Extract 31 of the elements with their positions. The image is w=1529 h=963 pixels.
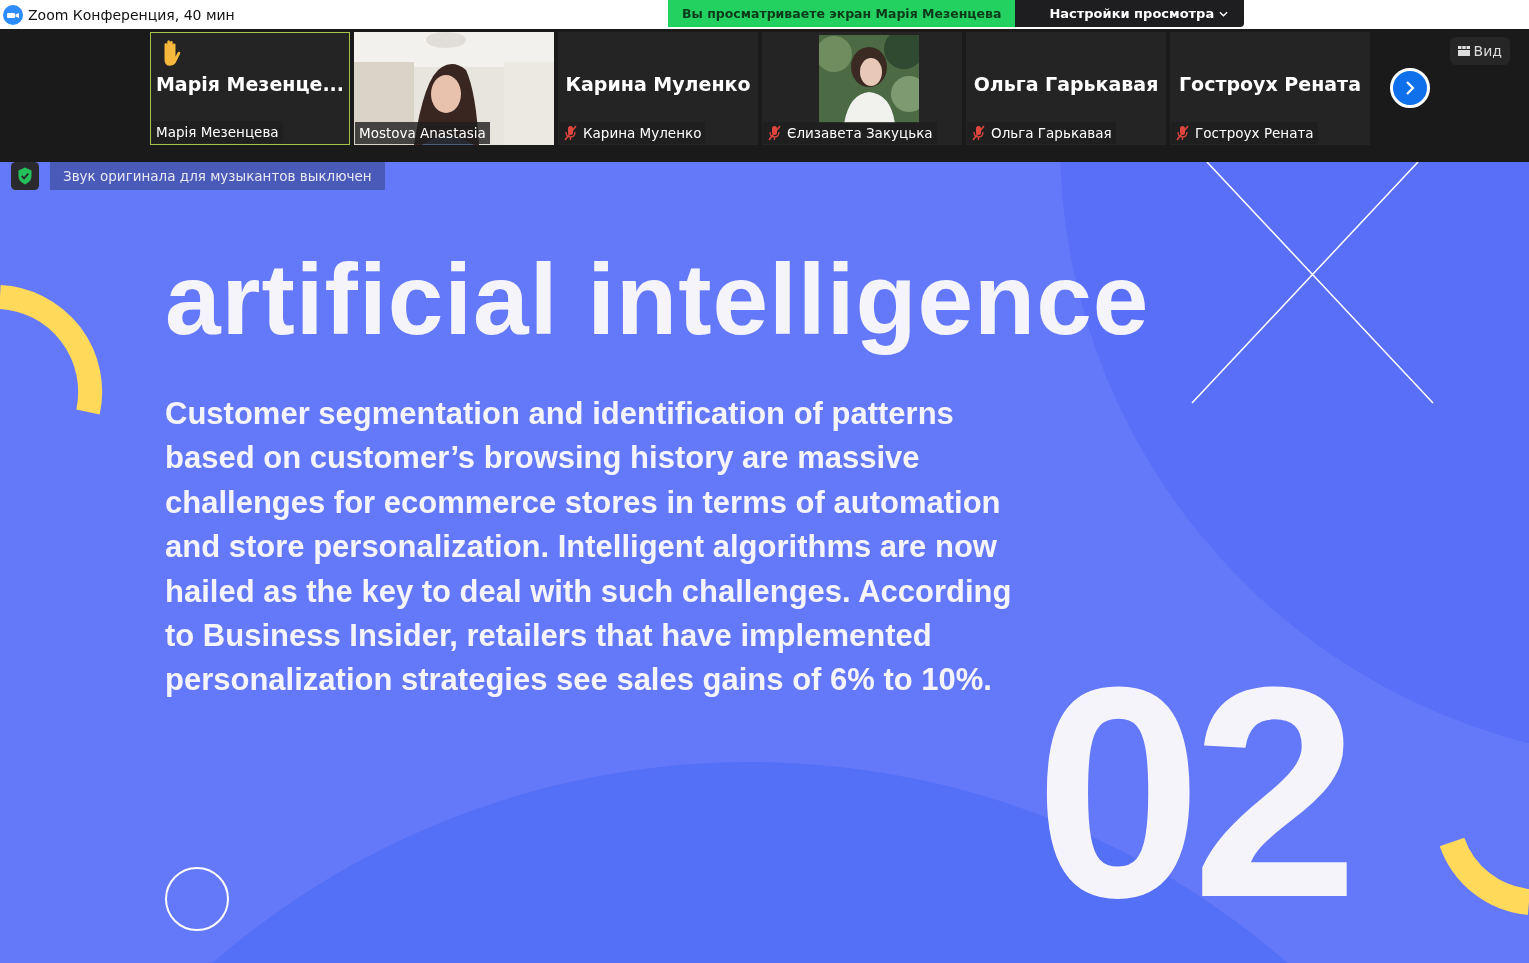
participant-name-large: Гостроух Рената [1179, 72, 1361, 95]
participant-name: Єлизавета Закуцька [787, 125, 933, 141]
participant-name-large: Марія Мезенце... [155, 72, 345, 95]
participant-name-large: Карина Муленко [565, 72, 751, 95]
view-button[interactable]: Вид [1449, 37, 1510, 65]
participant-tile[interactable]: Mostova Anastasia [354, 32, 554, 145]
zoom-logo-icon [3, 4, 23, 25]
outline-circle [165, 867, 229, 931]
participant-tile[interactable]: Єлизавета Закуцька [762, 32, 962, 145]
participant-tile[interactable]: Марія Мезенце... Марія Мезенцева [150, 32, 350, 145]
grid-icon [1457, 46, 1470, 56]
participant-name: Mostova Anastasia [359, 125, 486, 141]
share-banner: Вы просматриваете экран Марія Мезенцева [668, 0, 1016, 27]
view-settings-button[interactable]: Настройки просмотра [1015, 0, 1245, 27]
shield-icon [10, 162, 40, 190]
chevron-right-icon [1404, 80, 1416, 96]
next-page-button[interactable] [1390, 68, 1430, 108]
notice-text: Звук оригинала для музыкантов выключен [50, 162, 385, 190]
participant-name: Марія Мезенцева [156, 124, 279, 140]
slide-paragraph: Customer segmentation and identification of patterns based on customer’s browsing history are massive challenges for ecommerce stores in terms of automation and store personalization. Intelligent algorithms are now hailed as the key to deal with such challenges. According to Business Insider, retailers that have implemented personalization strategies see sales gains of 6% to 10%. [165, 395, 1013, 700]
chevron-down-icon [1219, 10, 1229, 17]
slide-number: 02 [1035, 642, 1349, 942]
participant-tile[interactable]: Ольга Гарькавая Ольга Гарькавая [966, 32, 1166, 145]
participant-name: Ольга Гарькавая [991, 125, 1112, 141]
participant-name: Карина Муленко [583, 125, 702, 141]
participant-tile[interactable]: Гостроух Рената Гостроух Рената [1170, 32, 1370, 145]
participant-tile[interactable]: Карина Муленко Карина Муленко [558, 32, 758, 145]
slide-title: artificial intelligence [165, 244, 1151, 354]
window-title: Zoom Конференция, 40 мин [28, 6, 235, 23]
participant-name-large: Ольга Гарькавая [973, 72, 1159, 95]
participant-name: Гостроух Рената [1195, 125, 1314, 141]
